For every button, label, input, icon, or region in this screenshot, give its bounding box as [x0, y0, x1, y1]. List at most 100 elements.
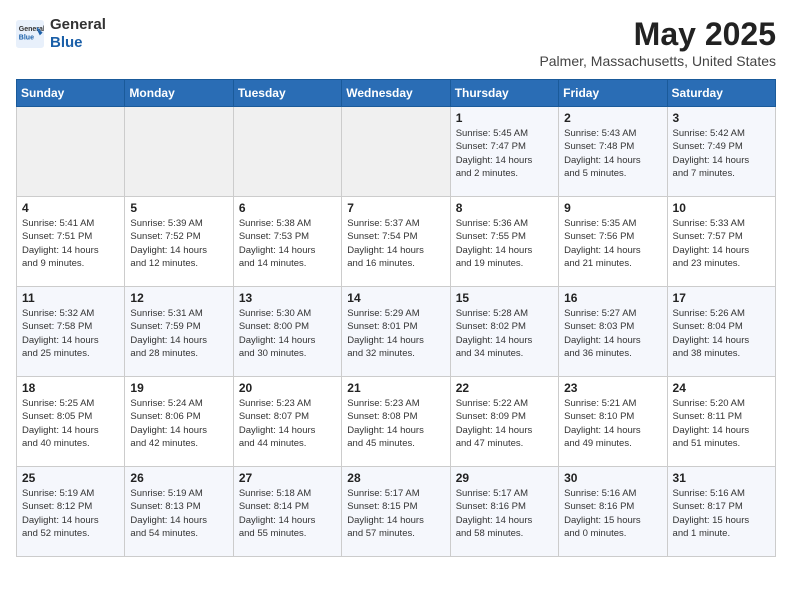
calendar-cell: 3Sunrise: 5:42 AM Sunset: 7:49 PM Daylig…	[667, 107, 775, 197]
day-number: 23	[564, 381, 661, 395]
calendar-cell: 4 Sunrise: 5:41 AM Sunset: 7:51 PM Daylig…	[17, 197, 125, 287]
day-number: 4	[22, 201, 119, 215]
cell-content: Sunrise: 5:23 AM Sunset: 8:07 PM Dayligh…	[239, 397, 336, 450]
calendar-cell: 21 Sunrise: 5:23 AM Sunset: 8:08 PM Dayli…	[342, 377, 450, 467]
day-number: 17	[673, 291, 770, 305]
day-number: 22	[456, 381, 553, 395]
calendar-cell: 11Sunrise: 5:32 AM Sunset: 7:58 PM Dayli…	[17, 287, 125, 377]
calendar-cell: 22 Sunrise: 5:22 AM Sunset: 8:09 PM Dayli…	[450, 377, 558, 467]
cell-content: Sunrise: 5:37 AM Sunset: 7:54 PM Dayligh…	[347, 217, 444, 270]
day-number: 18	[22, 381, 119, 395]
cell-content: Sunrise: 5:38 AM Sunset: 7:53 PM Dayligh…	[239, 217, 336, 270]
calendar-cell: 31 Sunrise: 5:16 AM Sunset: 8:17 PM Dayli…	[667, 467, 775, 557]
calendar-week-1: 1 Sunrise: 5:45 AM Sunset: 7:47 PM Daylig…	[17, 107, 776, 197]
cell-content: Sunrise: 5:23 AM Sunset: 8:08 PM Dayligh…	[347, 397, 444, 450]
cell-content: Sunrise: 5:19 AM Sunset: 8:13 PM Dayligh…	[130, 487, 227, 540]
cell-content: Sunrise: 5:16 AM Sunset: 8:17 PM Dayligh…	[673, 487, 770, 540]
cell-content: Sunrise: 5:29 AM Sunset: 8:01 PM Dayligh…	[347, 307, 444, 360]
day-number: 21	[347, 381, 444, 395]
calendar-cell: 12 Sunrise: 5:31 AM Sunset: 7:59 PM Dayli…	[125, 287, 233, 377]
weekday-header-row: SundayMondayTuesdayWednesdayThursdayFrid…	[17, 80, 776, 107]
cell-content: Sunrise: 5:35 AM Sunset: 7:56 PM Dayligh…	[564, 217, 661, 270]
day-number: 12	[130, 291, 227, 305]
calendar-cell: 24Sunrise: 5:20 AM Sunset: 8:11 PM Dayli…	[667, 377, 775, 467]
calendar-week-5: 25Sunrise: 5:19 AM Sunset: 8:12 PM Dayli…	[17, 467, 776, 557]
cell-content: Sunrise: 5:31 AM Sunset: 7:59 PM Dayligh…	[130, 307, 227, 360]
day-number: 13	[239, 291, 336, 305]
weekday-header-thursday: Thursday	[450, 80, 558, 107]
day-number: 31	[673, 471, 770, 485]
calendar-cell: 15 Sunrise: 5:28 AM Sunset: 8:02 PM Dayli…	[450, 287, 558, 377]
day-number: 30	[564, 471, 661, 485]
svg-text:Blue: Blue	[19, 35, 34, 42]
calendar-cell: 30 Sunrise: 5:16 AM Sunset: 8:16 PM Dayli…	[559, 467, 667, 557]
day-number: 16	[564, 291, 661, 305]
calendar-cell: 25Sunrise: 5:19 AM Sunset: 8:12 PM Dayli…	[17, 467, 125, 557]
day-number: 26	[130, 471, 227, 485]
cell-content: Sunrise: 5:39 AM Sunset: 7:52 PM Dayligh…	[130, 217, 227, 270]
cell-content: Sunrise: 5:24 AM Sunset: 8:06 PM Dayligh…	[130, 397, 227, 450]
cell-content: Sunrise: 5:36 AM Sunset: 7:55 PM Dayligh…	[456, 217, 553, 270]
calendar-cell: 17Sunrise: 5:26 AM Sunset: 8:04 PM Dayli…	[667, 287, 775, 377]
day-number: 8	[456, 201, 553, 215]
cell-content: Sunrise: 5:17 AM Sunset: 8:16 PM Dayligh…	[456, 487, 553, 540]
day-number: 19	[130, 381, 227, 395]
cell-content: Sunrise: 5:43 AM Sunset: 7:48 PM Dayligh…	[564, 127, 661, 180]
weekday-header-wednesday: Wednesday	[342, 80, 450, 107]
calendar-cell	[17, 107, 125, 197]
logo-icon: General Blue	[16, 20, 44, 48]
cell-content: Sunrise: 5:22 AM Sunset: 8:09 PM Dayligh…	[456, 397, 553, 450]
calendar-cell: 13 Sunrise: 5:30 AM Sunset: 8:00 PM Dayli…	[233, 287, 341, 377]
calendar-cell: 20 Sunrise: 5:23 AM Sunset: 8:07 PM Dayli…	[233, 377, 341, 467]
calendar-cell: 14Sunrise: 5:29 AM Sunset: 8:01 PM Dayli…	[342, 287, 450, 377]
calendar-cell: 26 Sunrise: 5:19 AM Sunset: 8:13 PM Dayli…	[125, 467, 233, 557]
location-text: Palmer, Massachusetts, United States	[539, 53, 776, 69]
day-number: 6	[239, 201, 336, 215]
day-number: 24	[673, 381, 770, 395]
logo-general-text: General	[50, 16, 106, 33]
day-number: 28	[347, 471, 444, 485]
calendar-week-3: 11Sunrise: 5:32 AM Sunset: 7:58 PM Dayli…	[17, 287, 776, 377]
weekday-header-tuesday: Tuesday	[233, 80, 341, 107]
day-number: 10	[673, 201, 770, 215]
calendar-cell: 27Sunrise: 5:18 AM Sunset: 8:14 PM Dayli…	[233, 467, 341, 557]
calendar-cell: 16 Sunrise: 5:27 AM Sunset: 8:03 PM Dayli…	[559, 287, 667, 377]
calendar-cell: 28 Sunrise: 5:17 AM Sunset: 8:15 PM Dayli…	[342, 467, 450, 557]
calendar-cell: 9 Sunrise: 5:35 AM Sunset: 7:56 PM Daylig…	[559, 197, 667, 287]
day-number: 29	[456, 471, 553, 485]
calendar-cell: 23 Sunrise: 5:21 AM Sunset: 8:10 PM Dayli…	[559, 377, 667, 467]
cell-content: Sunrise: 5:45 AM Sunset: 7:47 PM Dayligh…	[456, 127, 553, 180]
day-number: 25	[22, 471, 119, 485]
calendar-table: SundayMondayTuesdayWednesdayThursdayFrid…	[16, 79, 776, 557]
calendar-cell: 7 Sunrise: 5:37 AM Sunset: 7:54 PM Daylig…	[342, 197, 450, 287]
day-number: 27	[239, 471, 336, 485]
calendar-week-2: 4 Sunrise: 5:41 AM Sunset: 7:51 PM Daylig…	[17, 197, 776, 287]
day-number: 7	[347, 201, 444, 215]
month-title: May 2025	[539, 16, 776, 53]
cell-content: Sunrise: 5:28 AM Sunset: 8:02 PM Dayligh…	[456, 307, 553, 360]
day-number: 20	[239, 381, 336, 395]
cell-content: Sunrise: 5:30 AM Sunset: 8:00 PM Dayligh…	[239, 307, 336, 360]
cell-content: Sunrise: 5:41 AM Sunset: 7:51 PM Dayligh…	[22, 217, 119, 270]
day-number: 3	[673, 111, 770, 125]
calendar-cell: 18 Sunrise: 5:25 AM Sunset: 8:05 PM Dayli…	[17, 377, 125, 467]
day-number: 1	[456, 111, 553, 125]
day-number: 15	[456, 291, 553, 305]
cell-content: Sunrise: 5:17 AM Sunset: 8:15 PM Dayligh…	[347, 487, 444, 540]
day-number: 2	[564, 111, 661, 125]
calendar-cell: 2 Sunrise: 5:43 AM Sunset: 7:48 PM Daylig…	[559, 107, 667, 197]
weekday-header-monday: Monday	[125, 80, 233, 107]
day-number: 9	[564, 201, 661, 215]
logo: General Blue General Blue	[16, 16, 106, 52]
calendar-cell	[342, 107, 450, 197]
logo-blue-text: Blue	[50, 34, 83, 51]
weekday-header-sunday: Sunday	[17, 80, 125, 107]
cell-content: Sunrise: 5:16 AM Sunset: 8:16 PM Dayligh…	[564, 487, 661, 540]
cell-content: Sunrise: 5:21 AM Sunset: 8:10 PM Dayligh…	[564, 397, 661, 450]
title-area: May 2025 Palmer, Massachusetts, United S…	[539, 16, 776, 69]
cell-content: Sunrise: 5:27 AM Sunset: 8:03 PM Dayligh…	[564, 307, 661, 360]
page-header: General Blue General Blue May 2025 Palme…	[16, 16, 776, 69]
calendar-cell: 10Sunrise: 5:33 AM Sunset: 7:57 PM Dayli…	[667, 197, 775, 287]
cell-content: Sunrise: 5:25 AM Sunset: 8:05 PM Dayligh…	[22, 397, 119, 450]
day-number: 5	[130, 201, 227, 215]
